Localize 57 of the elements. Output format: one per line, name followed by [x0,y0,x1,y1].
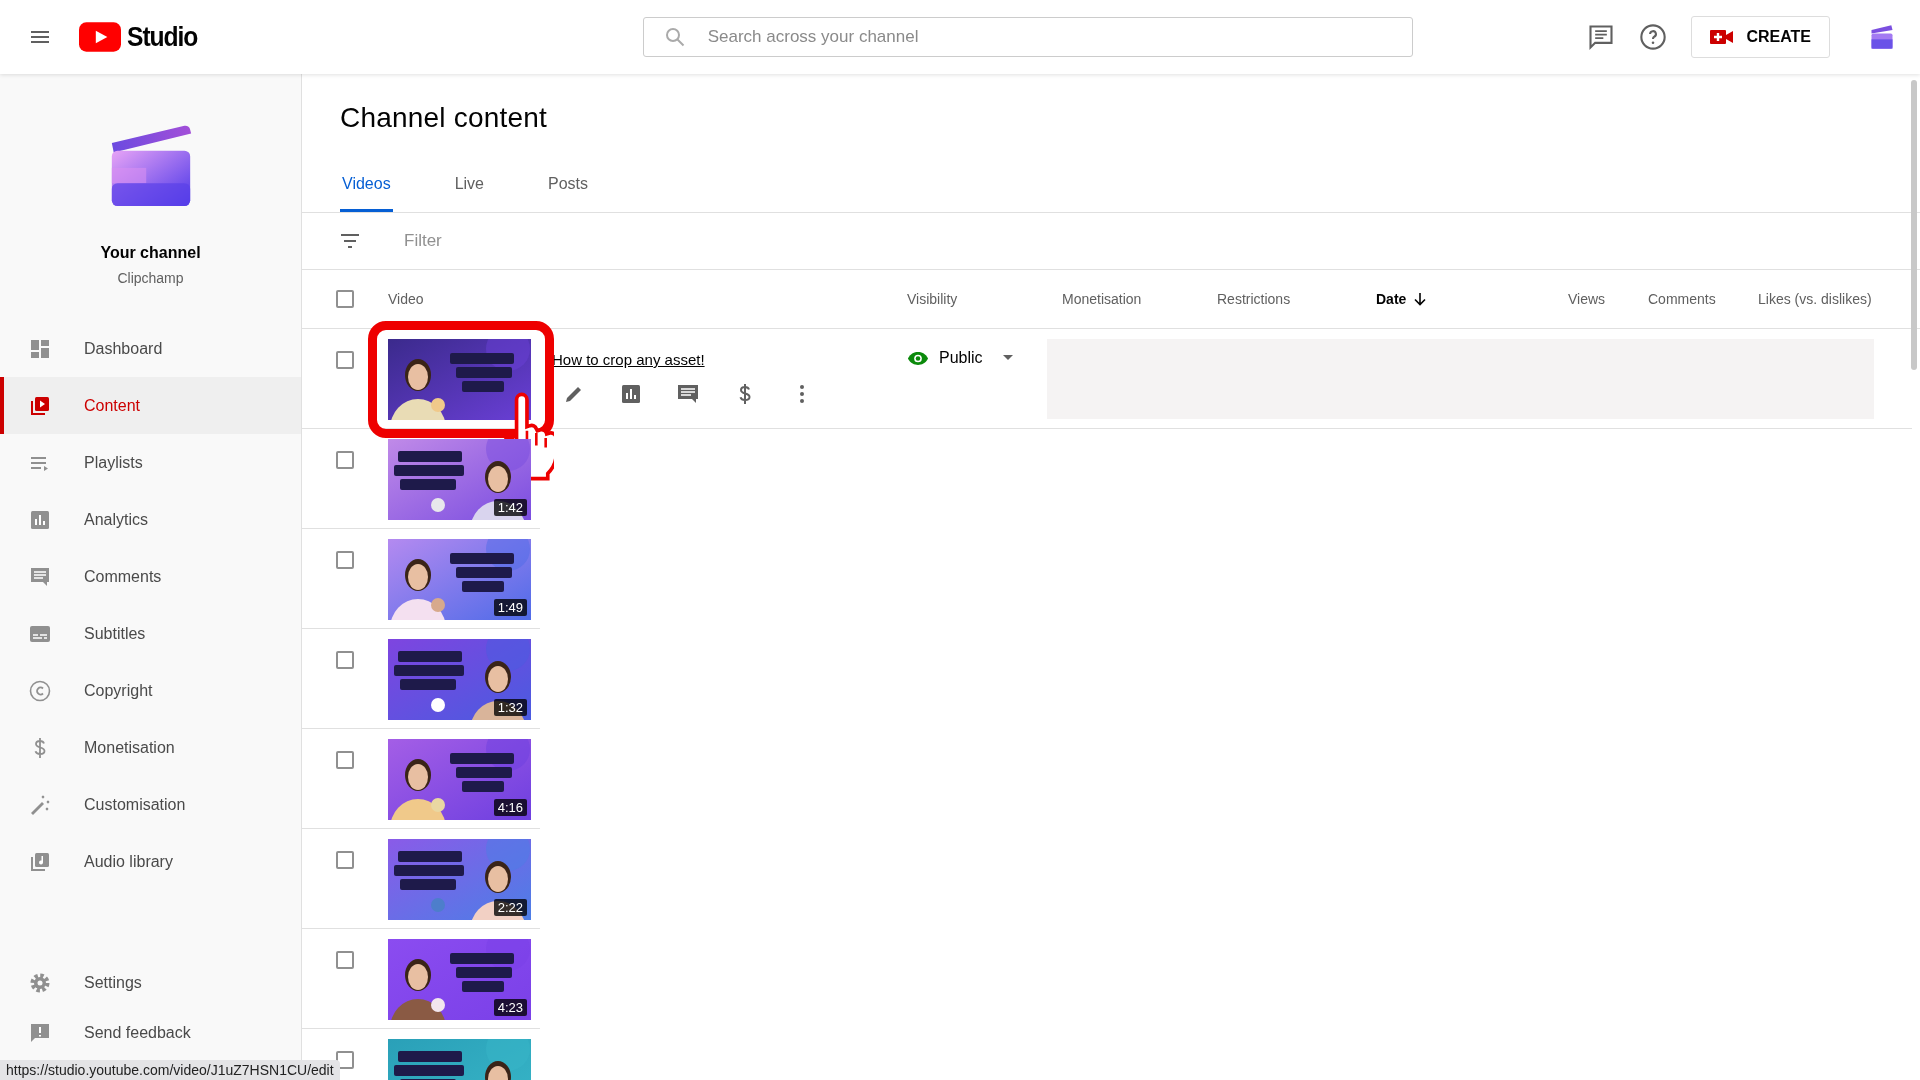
checkbox[interactable] [336,290,354,308]
video-duration: 2:22 [493,899,527,916]
checkbox[interactable] [336,551,354,569]
checkbox[interactable] [336,851,354,869]
channel-name: Your channel [100,244,201,262]
scrollbar[interactable] [1911,80,1917,370]
filter-field[interactable]: Filter [402,230,706,252]
video-duration: 1:42 [493,499,527,516]
feedback-message-icon[interactable] [1587,23,1616,51]
brand-name: Studio [127,21,198,53]
column-header[interactable]: Video [388,291,907,307]
sidebar-item[interactable]: Subtitles [0,605,301,662]
video-duration: 1:49 [493,599,527,616]
video-camera-plus-icon [1710,29,1735,45]
column-header[interactable]: Visibility [907,291,1062,307]
sidebar-item[interactable]: Playlists [0,434,301,491]
sidebar-item[interactable]: Comments [0,548,301,605]
analytics-icon[interactable] [619,382,643,406]
column-header[interactable]: Restrictions [1217,291,1376,307]
checkbox[interactable] [336,951,354,969]
column-header[interactable]: Date [1376,291,1568,307]
page-title: Channel content [339,101,548,135]
eye-icon [907,350,929,366]
settings-icon [28,971,52,995]
video-duration: 4:23 [493,999,527,1016]
play-logo-icon [79,22,121,52]
sidebar-item[interactable]: Dashboard [0,320,301,377]
sidebar-item[interactable]: Content [0,377,301,434]
sidebar-item[interactable]: Customisation [0,776,301,833]
visibility-dropdown[interactable]: Public [907,339,1017,367]
help-icon[interactable] [1639,23,1668,51]
tab[interactable]: Videos [340,175,393,212]
caret-icon [1002,355,1013,361]
status-bar-url: https://studio.youtube.com/video/J1uZ7HSN1CU/edit [0,1060,340,1080]
sidebar-item[interactable]: Copyright [0,662,301,719]
sidebar-item[interactable]: Monetisation [0,719,301,776]
checkbox[interactable] [336,651,354,669]
checkbox[interactable] [336,451,354,469]
tab[interactable]: Posts [546,175,590,212]
column-header[interactable]: Views [1568,291,1648,307]
feedback-icon [28,1021,52,1045]
search-field[interactable]: Search across your channel [642,17,1413,57]
video-duration: 1:32 [493,699,527,716]
video-duration: 4:16 [493,799,527,816]
channel-handle: Clipchamp [117,270,184,286]
column-header[interactable]: Comments [1648,291,1758,307]
column-header[interactable]: Likes (vs. dislikes) [1758,291,1918,307]
tab[interactable]: Live [452,175,486,212]
checkbox[interactable] [336,751,354,769]
create-button[interactable]: CREATE [1691,16,1830,58]
sidebar-item[interactable]: Analytics [0,491,301,548]
sidebar-item[interactable]: Send feedback [0,1008,301,1058]
checkbox[interactable] [336,351,354,369]
sidebar-item[interactable]: Settings [0,958,301,1008]
column-header[interactable]: Monetisation [1062,291,1217,307]
copyright-icon [28,678,52,703]
sidebar-item[interactable]: Audio library [0,833,301,890]
